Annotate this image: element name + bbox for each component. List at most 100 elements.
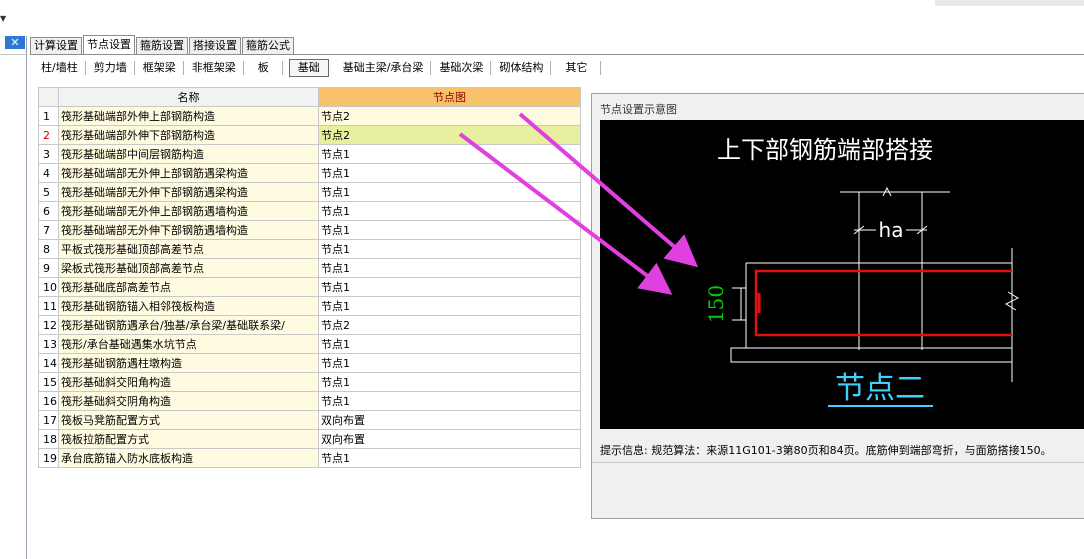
- rebar-loop: [754, 269, 1012, 337]
- row-node-value[interactable]: 节点1: [318, 163, 581, 183]
- table-row[interactable]: 16 筏形基础斜交阴角构造 节点1: [38, 391, 581, 411]
- row-name: 筏形基础端部外伸上部钢筋构造: [58, 106, 319, 126]
- row-node-value[interactable]: 节点1: [318, 277, 581, 297]
- row-name: 筏形基础端部外伸下部钢筋构造: [58, 125, 319, 145]
- row-node-value[interactable]: 节点1: [318, 182, 581, 202]
- row-index: 6: [38, 201, 59, 221]
- row-index: 15: [38, 372, 59, 392]
- row-node-value[interactable]: 节点2: [318, 106, 581, 126]
- row-index: 8: [38, 239, 59, 259]
- row-node-value[interactable]: 节点1: [318, 239, 581, 259]
- category-foundation-main-beam-button[interactable]: 基础主梁/承台梁: [335, 59, 432, 77]
- row-node-value[interactable]: 双向布置: [318, 410, 581, 430]
- node-settings-table: 名称 节点图 1 筏形基础端部外伸上部钢筋构造 节点2 2 筏形基础端部外伸下部钢筋构造…: [38, 87, 581, 468]
- category-foundation-secondary-beam-button[interactable]: 基础次梁: [431, 59, 492, 77]
- row-index: 5: [38, 182, 59, 202]
- table-row[interactable]: 13 筏形/承台基础遇集水坑节点 节点1: [38, 334, 581, 354]
- tab-node-settings[interactable]: 节点设置: [83, 35, 135, 54]
- row-index: 1: [38, 106, 59, 126]
- table-row[interactable]: 11 筏形基础钢筋锚入相邻筏板构造 节点1: [38, 296, 581, 316]
- row-node-value[interactable]: 节点1: [318, 372, 581, 392]
- hint-text: 提示信息: 规范算法：来源11G101-3第80页和84页。底筋伸到端部弯折，与…: [600, 444, 1052, 457]
- table-row[interactable]: 9 梁板式筏形基础顶部高差节点 节点1: [38, 258, 581, 278]
- row-index: 4: [38, 163, 59, 183]
- ha-label: ha: [879, 218, 904, 242]
- header-node-diagram[interactable]: 节点图: [318, 87, 581, 107]
- row-node-value[interactable]: 节点1: [318, 391, 581, 411]
- row-name: 筏形基础底部高差节点: [58, 277, 319, 297]
- header-name: 名称: [58, 87, 319, 107]
- row-name: 筏形基础端部无外伸下部钢筋遇梁构造: [58, 182, 319, 202]
- row-name: 筏形基础端部无外伸下部钢筋遇墙构造: [58, 220, 319, 240]
- row-index: 19: [38, 448, 59, 468]
- row-name: 筏形基础钢筋遇柱墩构造: [58, 353, 319, 373]
- dim-150-label: 150: [704, 285, 728, 323]
- category-other-button[interactable]: 其它: [551, 59, 602, 77]
- dropdown-arrow-icon[interactable]: ▼: [0, 14, 6, 23]
- row-index: 7: [38, 220, 59, 240]
- settings-tabs: 计算设置 节点设置 箍筋设置 搭接设置 箍筋公式: [30, 35, 295, 54]
- tab-stirrup-formula[interactable]: 箍筋公式: [242, 37, 294, 54]
- row-index: 10: [38, 277, 59, 297]
- row-node-value[interactable]: 节点1: [318, 296, 581, 316]
- row-node-value[interactable]: 节点2: [318, 315, 581, 335]
- row-name: 筏形基础钢筋锚入相邻筏板构造: [58, 296, 319, 316]
- header-index: [38, 87, 59, 107]
- row-node-value[interactable]: 节点1: [318, 258, 581, 278]
- table-row[interactable]: 14 筏形基础钢筋遇柱墩构造 节点1: [38, 353, 581, 373]
- table-row[interactable]: 5 筏形基础端部无外伸下部钢筋遇梁构造 节点1: [38, 182, 581, 202]
- tab-calc-settings[interactable]: 计算设置: [30, 37, 82, 54]
- row-name: 筏形基础斜交阳角构造: [58, 372, 319, 392]
- row-node-value[interactable]: 节点1: [318, 144, 581, 164]
- tab-stirrup-settings[interactable]: 箍筋设置: [136, 37, 188, 54]
- table-row[interactable]: 3 筏形基础端部中间层钢筋构造 节点1: [38, 144, 581, 164]
- table-row[interactable]: 18 筏板拉筋配置方式 双向布置: [38, 429, 581, 449]
- row-name: 承台底筋锚入防水底板构造: [58, 448, 319, 468]
- row-index: 14: [38, 353, 59, 373]
- category-masonry-button[interactable]: 砌体结构: [491, 59, 552, 77]
- row-name: 筏形基础斜交阴角构造: [58, 391, 319, 411]
- row-node-value[interactable]: 节点1: [318, 334, 581, 354]
- category-frame-beam-button[interactable]: 框架梁: [135, 59, 184, 77]
- row-index: 11: [38, 296, 59, 316]
- table-row[interactable]: 19 承台底筋锚入防水底板构造 节点1: [38, 448, 581, 468]
- left-panel-divider: [0, 54, 26, 55]
- row-node-value[interactable]: 节点2: [318, 125, 581, 145]
- row-node-value[interactable]: 节点1: [318, 448, 581, 468]
- row-name: 筏板马凳筋配置方式: [58, 410, 319, 430]
- row-index: 13: [38, 334, 59, 354]
- row-node-value[interactable]: 节点1: [318, 353, 581, 373]
- row-node-value[interactable]: 双向布置: [318, 429, 581, 449]
- break-mark-right: [1004, 291, 1020, 311]
- table-row[interactable]: 17 筏板马凳筋配置方式 双向布置: [38, 410, 581, 430]
- table-row[interactable]: 10 筏形基础底部高差节点 节点1: [38, 277, 581, 297]
- node-diagram-panel: 节点设置示意图 上下部钢筋端部搭接 ha 150 节点二 提示信息: 规范算法：…: [591, 93, 1084, 519]
- row-index: 17: [38, 410, 59, 430]
- row-index: 9: [38, 258, 59, 278]
- table-row[interactable]: 2 筏形基础端部外伸下部钢筋构造 节点2: [38, 125, 581, 145]
- row-index: 3: [38, 144, 59, 164]
- node-diagram-svg: 上下部钢筋端部搭接 ha 150 节点二: [704, 136, 1020, 407]
- row-name: 筏形基础端部中间层钢筋构造: [58, 144, 319, 164]
- table-row[interactable]: 1 筏形基础端部外伸上部钢筋构造 节点2: [38, 106, 581, 126]
- row-name: 筏板拉筋配置方式: [58, 429, 319, 449]
- close-icon[interactable]: ✕: [5, 36, 25, 49]
- table-row[interactable]: 8 平板式筏形基础顶部高差节点 节点1: [38, 239, 581, 259]
- category-shear-wall-button[interactable]: 剪力墙: [86, 59, 135, 77]
- table-row[interactable]: 4 筏形基础端部无外伸上部钢筋遇梁构造 节点1: [38, 163, 581, 183]
- category-foundation-button[interactable]: 基础: [288, 59, 329, 77]
- table-row[interactable]: 7 筏形基础端部无外伸下部钢筋遇墙构造 节点1: [38, 220, 581, 240]
- category-slab-button[interactable]: 板: [244, 59, 283, 77]
- row-index: 16: [38, 391, 59, 411]
- tab-lap-settings[interactable]: 搭接设置: [189, 37, 241, 54]
- category-column-wall-button[interactable]: 柱/墙柱: [33, 59, 86, 77]
- table-row[interactable]: 12 筏形基础钢筋遇承台/独基/承台梁/基础联系梁/节点2: [38, 315, 581, 335]
- category-toolbar: 柱/墙柱 剪力墙 框架梁 非框架梁 板 基础 基础主梁/承台梁 基础次梁 砌体结…: [33, 58, 602, 78]
- table-body: 1 筏形基础端部外伸上部钢筋构造 节点2 2 筏形基础端部外伸下部钢筋构造 节点2 3 筏形基…: [38, 106, 581, 468]
- row-node-value[interactable]: 节点1: [318, 201, 581, 221]
- category-non-frame-beam-button[interactable]: 非框架梁: [184, 59, 244, 77]
- table-row[interactable]: 6 筏形基础端部无外伸上部钢筋遇墙构造 节点1: [38, 201, 581, 221]
- diagram-panel-title: 节点设置示意图: [600, 103, 677, 116]
- row-node-value[interactable]: 节点1: [318, 220, 581, 240]
- table-row[interactable]: 15 筏形基础斜交阳角构造 节点1: [38, 372, 581, 392]
